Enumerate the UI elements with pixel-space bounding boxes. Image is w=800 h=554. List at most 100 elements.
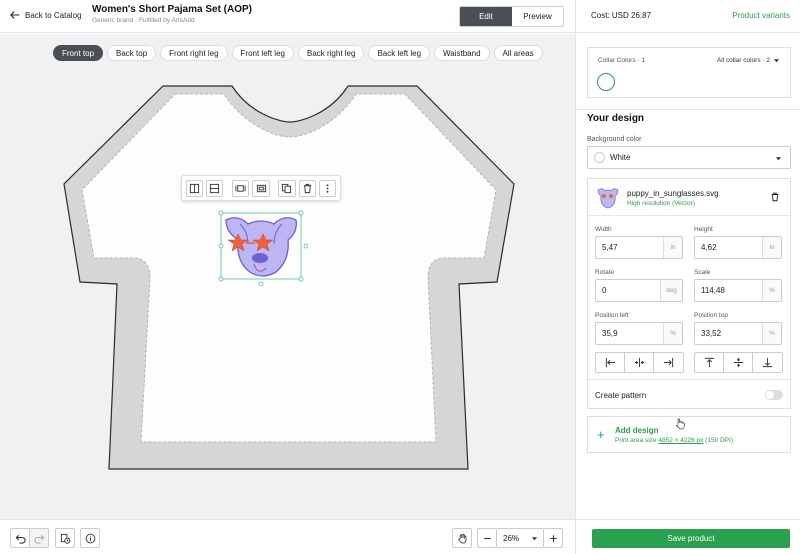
tab-back-top[interactable]: Back top <box>107 45 157 61</box>
position-top-unit: % <box>762 323 781 344</box>
duplicate-button[interactable] <box>278 179 296 197</box>
position-left-field[interactable]: 35,9 % <box>595 322 683 345</box>
all-collar-colors-dropdown[interactable]: All collar colors · 2 <box>717 57 780 64</box>
history-button[interactable] <box>55 528 75 548</box>
delete-design-button[interactable] <box>298 179 316 197</box>
align-right-icon <box>663 357 674 368</box>
bottom-toolbar: 26% <box>0 519 575 554</box>
white-color-dot <box>594 152 605 163</box>
fill-area-button[interactable] <box>252 179 270 197</box>
zoom-out-button[interactable] <box>477 528 497 548</box>
hand-pointer-cursor-icon <box>676 418 685 430</box>
product-variants-link[interactable]: Product variants <box>732 11 790 20</box>
design-layer-card: puppy_in_sunglasses.svg High resolution … <box>587 178 791 409</box>
position-top-field[interactable]: 33,52 % <box>694 322 782 345</box>
more-vertical-icon <box>326 183 329 193</box>
flip-vertical-button[interactable] <box>206 179 224 197</box>
rotate-value: 0 <box>602 286 607 295</box>
collar-colors-title: Collar Colors · 1 <box>598 57 645 64</box>
tab-front-left-leg[interactable]: Front left leg <box>231 45 294 61</box>
save-product-button[interactable]: Save product <box>592 529 790 548</box>
print-area-size-link[interactable]: 4852 × 4226 px <box>658 437 703 444</box>
position-left-value: 35,9 <box>602 329 618 338</box>
create-pattern-label: Create pattern <box>595 391 647 400</box>
plus-icon <box>549 534 557 542</box>
pan-tool-button[interactable] <box>452 528 472 548</box>
redo-icon <box>33 534 44 544</box>
back-to-catalog-link[interactable]: Back to Catalog <box>10 10 81 20</box>
position-top-label: Position top <box>694 312 728 319</box>
redo-button[interactable] <box>29 528 49 548</box>
duplicate-icon <box>282 183 292 193</box>
info-button[interactable] <box>80 528 100 548</box>
fit-width-button[interactable] <box>232 179 250 197</box>
tab-front-right-leg[interactable]: Front right leg <box>160 45 228 61</box>
height-field[interactable]: 4,62 in <box>694 236 782 259</box>
collar-colors-card: Collar Colors · 1 All collar colors · 2 <box>587 47 791 98</box>
placed-design[interactable] <box>218 210 308 286</box>
undo-icon <box>15 534 26 544</box>
print-area-prefix: Print area size <box>615 437 659 444</box>
align-center-vertical-button[interactable] <box>724 353 753 372</box>
flip-horizontal-button[interactable] <box>186 179 204 197</box>
position-top-value: 33,52 <box>701 329 722 338</box>
product-title: Women's Short Pajama Set (AOP) <box>92 4 253 15</box>
height-label: Height <box>694 226 713 233</box>
scale-value: 114,48 <box>701 286 725 295</box>
print-area-suffix: (150 DPI) <box>703 437 733 444</box>
scale-label: Scale <box>694 269 711 276</box>
add-design-button[interactable]: + Add design Print area size 4852 × 4226… <box>587 416 791 453</box>
create-pattern-toggle[interactable] <box>765 390 783 400</box>
tab-waistband[interactable]: Waistband <box>434 45 490 61</box>
collar-color-swatch[interactable] <box>597 73 615 91</box>
height-value: 4,62 <box>701 243 717 252</box>
align-top-button[interactable] <box>695 353 724 372</box>
your-design-heading: Your design <box>587 113 645 124</box>
scale-field[interactable]: 114,48 % <box>694 279 782 302</box>
align-bottom-icon <box>762 357 773 368</box>
tab-back-right-leg[interactable]: Back right leg <box>297 45 365 61</box>
align-left-button[interactable] <box>596 353 625 372</box>
position-left-label: Position left <box>595 312 629 319</box>
right-header: Cost: USD 26.87 Product variants <box>575 0 800 33</box>
horizontal-align-group <box>595 352 684 373</box>
more-options-button[interactable] <box>318 179 337 197</box>
tab-all-areas[interactable]: All areas <box>493 45 543 61</box>
zoom-in-button[interactable] <box>543 528 563 548</box>
rotate-field[interactable]: 0 deg <box>595 279 683 302</box>
background-color-select[interactable]: White <box>587 146 791 169</box>
trash-icon[interactable] <box>770 192 780 202</box>
align-left-icon <box>605 357 615 368</box>
print-area-tabs: Front top Back top Front right leg Front… <box>53 45 543 61</box>
align-top-icon <box>704 357 714 368</box>
tab-back-left-leg[interactable]: Back left leg <box>368 45 431 61</box>
design-file-name: puppy_in_sunglasses.svg <box>627 189 719 198</box>
fill-area-icon <box>256 184 266 192</box>
divider <box>588 379 790 380</box>
align-center-vertical-icon <box>733 357 743 368</box>
rotate-unit: deg <box>660 280 682 301</box>
divider <box>588 215 790 216</box>
zoom-select[interactable]: 26% <box>497 528 543 548</box>
align-center-horizontal-button[interactable] <box>625 353 654 372</box>
info-icon <box>85 533 95 543</box>
width-field[interactable]: 5,47 in <box>595 236 683 259</box>
align-right-button[interactable] <box>654 353 683 372</box>
add-design-label: Add design <box>615 426 659 435</box>
caret-down-icon <box>773 59 780 63</box>
width-label: Width <box>595 226 612 233</box>
width-value: 5,47 <box>602 243 618 252</box>
save-bar: Save product <box>575 519 800 554</box>
edit-mode-button[interactable]: Edit <box>460 7 512 26</box>
preview-mode-button[interactable]: Preview <box>512 7 563 26</box>
design-canvas[interactable]: Front top Back top Front right leg Front… <box>0 34 575 519</box>
design-floating-toolbar <box>181 175 341 201</box>
trash-icon <box>303 183 311 193</box>
align-center-horizontal-icon <box>634 357 644 368</box>
hand-icon <box>457 533 466 543</box>
align-bottom-button[interactable] <box>753 353 782 372</box>
tab-front-top[interactable]: Front top <box>53 45 104 61</box>
undo-button[interactable] <box>10 528 30 548</box>
height-unit: in <box>762 237 781 258</box>
caret-down-icon <box>775 157 782 161</box>
